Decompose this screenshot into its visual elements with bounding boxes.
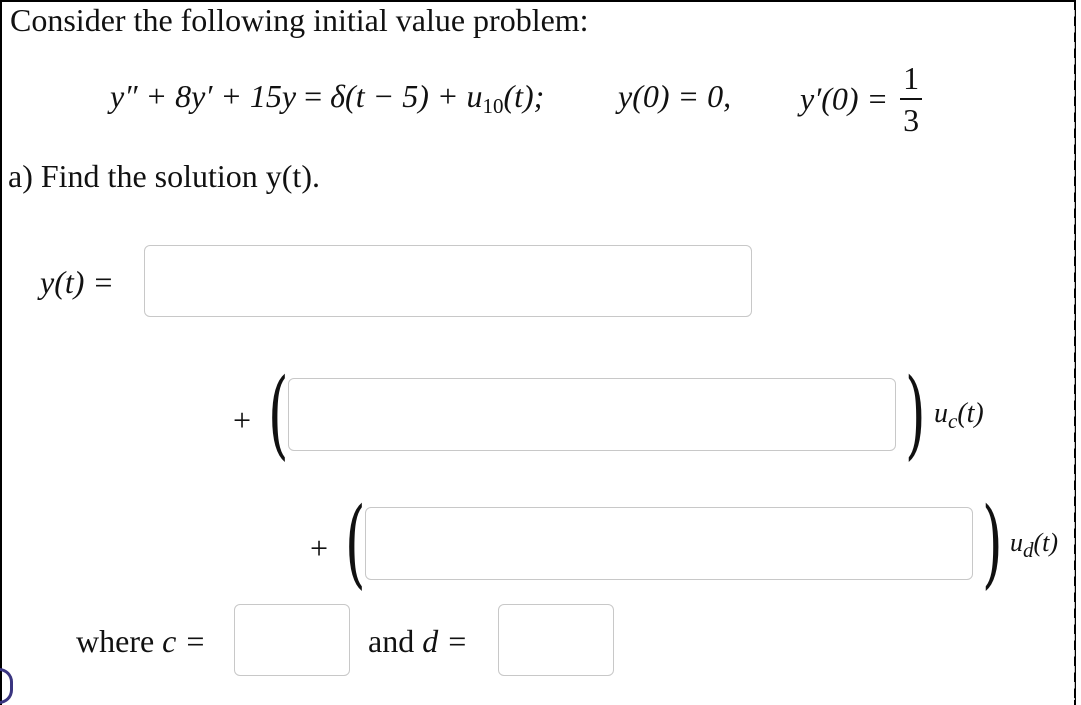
where-text: where [76,623,155,659]
close-paren-uc: ) [905,358,926,470]
ud-u: u [1010,528,1023,557]
close-paren-ud: ) [982,487,1003,599]
plus-sign-ud: + [310,530,329,566]
d-input[interactable] [498,604,614,676]
equation-rhs-u: u [466,78,483,114]
c-equals: c = [162,623,206,659]
uc-sub: c [948,409,958,433]
initial-condition-yprime: y′(0) = 1 3 [800,62,923,138]
equation-lhs: y″ + 8y′ + 15y [110,78,297,114]
ud-tail: (t) [1033,528,1059,557]
fraction: 1 3 [900,62,923,138]
and-text: and [368,623,415,659]
initial-condition-y: y(0) = 0, [618,78,732,114]
ic2-lhs: y′(0) = [800,80,889,117]
ud-coefficient-input[interactable] [365,507,973,580]
equation-rhs-tail: (t); [503,78,545,114]
c-input[interactable] [234,604,350,676]
uc-coefficient-input[interactable] [288,378,896,451]
uc-u: u [934,398,948,429]
ud-sub: d [1023,538,1034,562]
problem-intro: Consider the following initial value pro… [10,2,589,38]
d-equals: d = [422,623,468,659]
open-paren-uc: ( [268,358,289,470]
part-a-prompt: a) Find the solution y(t). [8,158,320,194]
differential-equation: y″ + 8y′ + 15y = δ(t − 5) + u10(t); [110,78,544,119]
plus-sign-uc: + [233,402,252,438]
equation-equals: = [304,78,323,114]
y-label: y(t) = [40,264,114,300]
where-c-label: where c = [76,623,206,660]
uc-label: uc(t) [934,398,984,434]
fraction-numerator: 1 [900,62,923,100]
equation-rhs-delta: δ(t − 5) + [330,78,467,114]
open-paren-ud: ( [345,487,366,599]
equation-rhs-u-sub: 10 [482,94,504,118]
dashed-edge [1074,10,1075,700]
ud-label: ud(t) [1010,528,1058,563]
y-answer-input[interactable] [144,245,752,317]
and-d-label: and d = [368,623,468,660]
fraction-denominator: 3 [903,102,920,138]
uc-tail: (t) [957,398,984,429]
